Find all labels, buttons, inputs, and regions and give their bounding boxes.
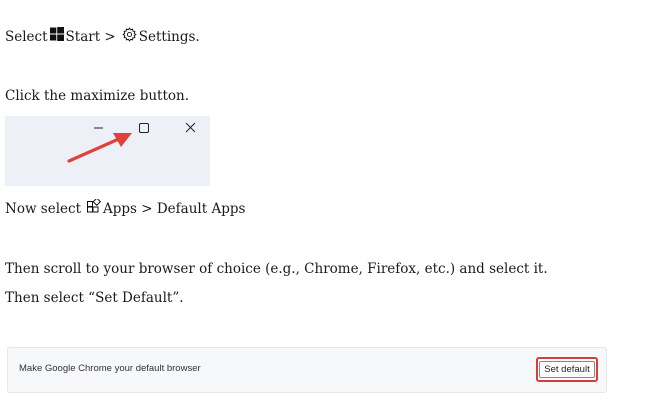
step-1: Select Start > Settings. [5,26,200,46]
step-5: Then select “Set Default”. [5,289,184,307]
close-icon [185,122,196,133]
step-1-settings-text: Settings. [138,29,200,45]
banner-text: Make Google Chrome your default browser [19,363,201,374]
windows-logo-icon [49,27,64,41]
set-default-button[interactable]: Set default [536,357,598,382]
step-5-text: Then select “Set Default”. [5,290,184,306]
step-3: Now select Apps > Default Apps [5,199,246,218]
step-2: Click the maximize button. [5,87,189,105]
apps-icon [87,199,101,213]
step-3-prefix-text: Now select [5,201,81,217]
window-controls-illustration [5,116,210,186]
step-2-text: Click the maximize button. [5,88,189,104]
gear-icon [122,26,137,42]
step-4-text: Then scroll to your browser of choice (e… [5,261,548,277]
maximize-icon [139,123,149,133]
red-arrow [67,133,132,163]
step-3-path-text: Apps > Default Apps [103,201,246,217]
step-1-select-text: Select [5,29,48,45]
default-browser-banner: Make Google Chrome your default browser … [7,347,607,393]
step-1-start-text: Start > [65,29,116,45]
set-default-label: Set default [539,361,595,378]
step-4: Then scroll to your browser of choice (e… [5,260,548,278]
